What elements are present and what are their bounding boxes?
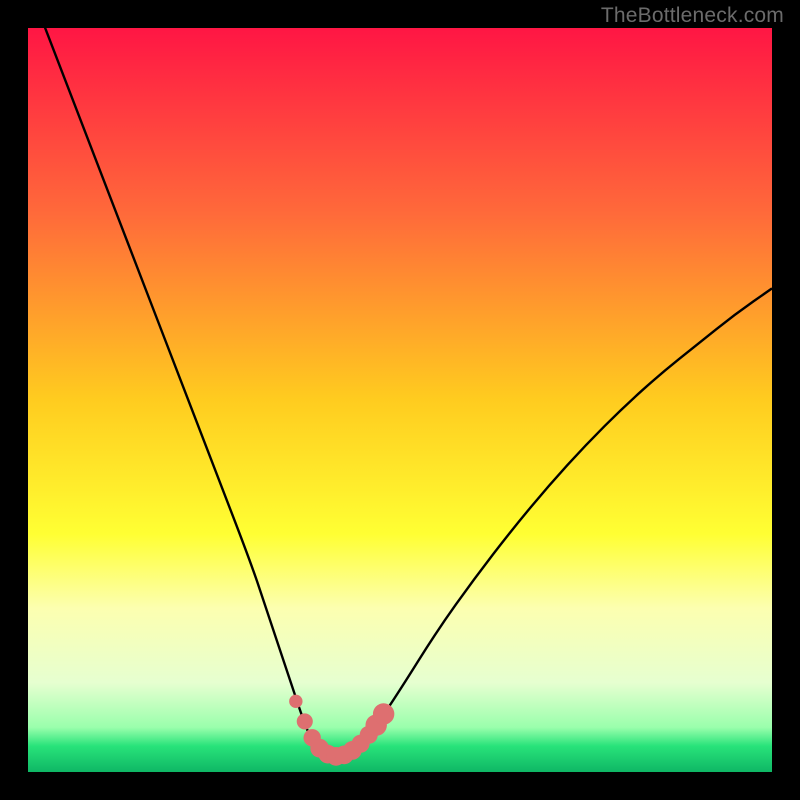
bottleneck-chart [28,28,772,772]
plot-area [28,28,772,772]
outer-frame: TheBottleneck.com [0,0,800,800]
marker-dot [297,713,313,729]
marker-dot [373,703,394,724]
marker-dot [289,695,302,708]
gradient-background [28,28,772,772]
watermark-text: TheBottleneck.com [601,4,784,28]
